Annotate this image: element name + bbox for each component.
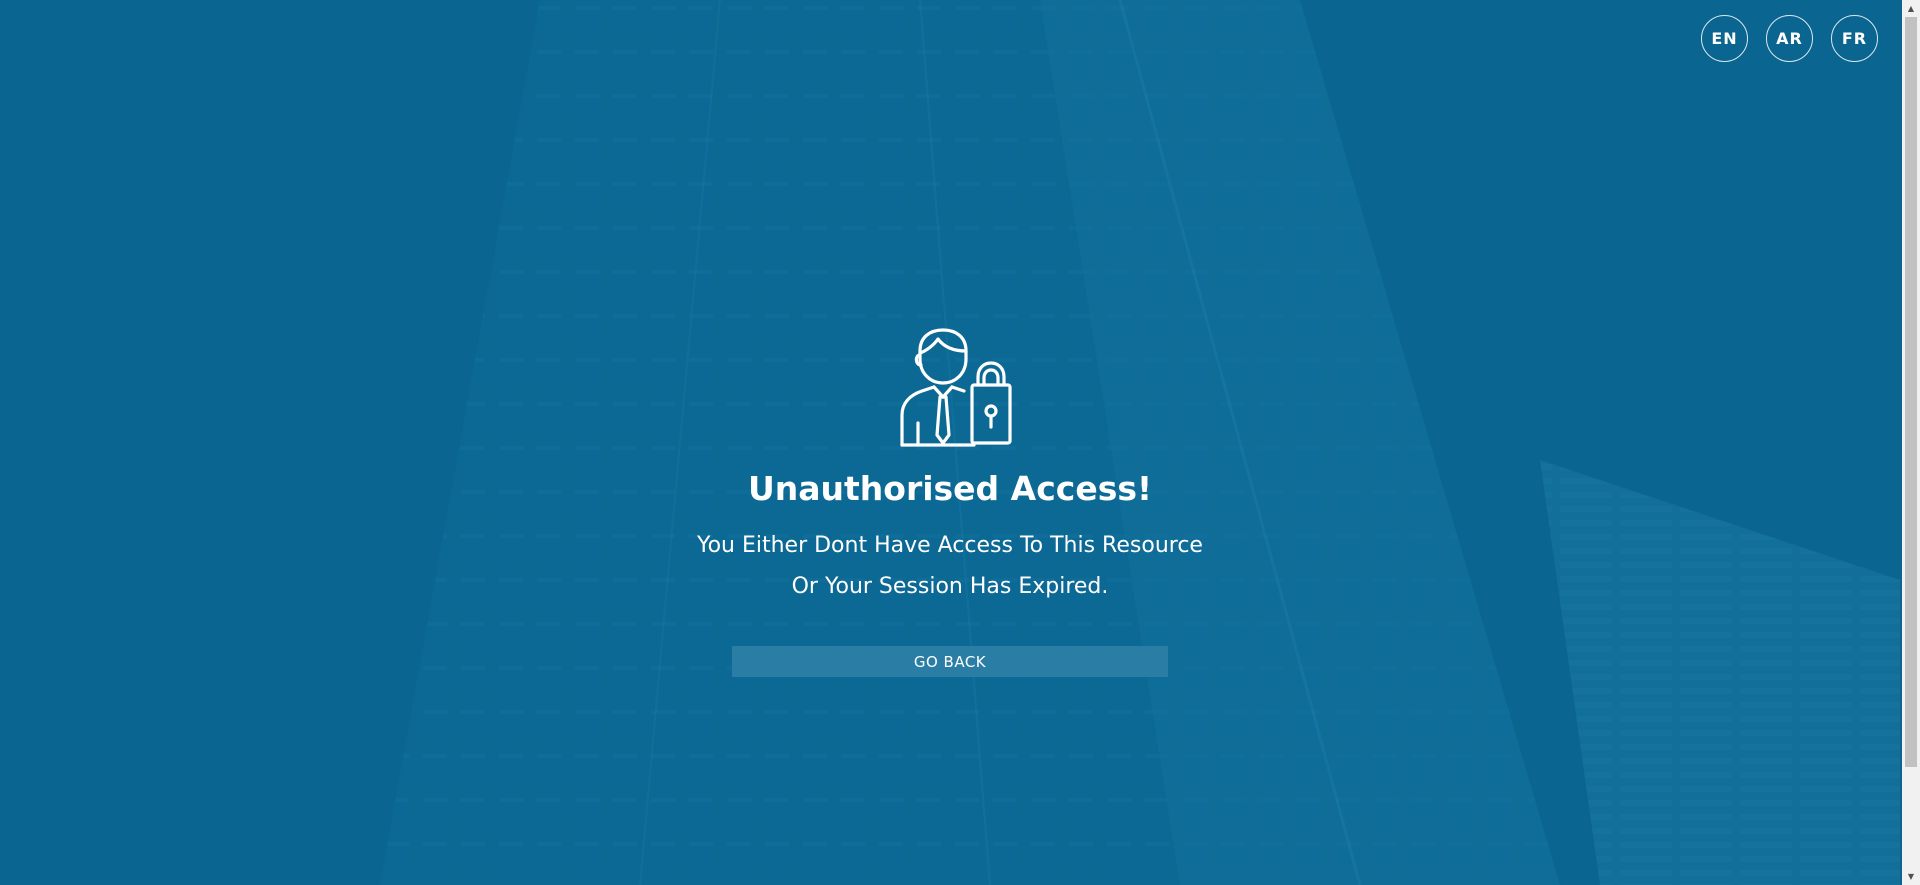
- lang-ar-button[interactable]: AR: [1766, 15, 1813, 62]
- error-message-line-2: Or Your Session Has Expired.: [791, 574, 1109, 599]
- scroll-up-arrow-icon[interactable]: ▲: [1902, 0, 1920, 17]
- error-message-line-1: You Either Dont Have Access To This Reso…: [697, 533, 1203, 558]
- error-panel: Unauthorised Access! You Either Dont Hav…: [0, 323, 1900, 677]
- user-lock-icon: [888, 323, 1012, 447]
- page-title: Unauthorised Access!: [747, 469, 1153, 508]
- language-switcher: EN AR FR: [1701, 15, 1878, 62]
- lang-fr-button[interactable]: FR: [1831, 15, 1878, 62]
- vertical-scrollbar[interactable]: ▲ ▼: [1902, 0, 1920, 885]
- scroll-thumb[interactable]: [1905, 17, 1917, 767]
- lang-en-button[interactable]: EN: [1701, 15, 1748, 62]
- error-message: You Either Dont Have Access To This Reso…: [697, 525, 1203, 607]
- scroll-down-arrow-icon[interactable]: ▼: [1902, 868, 1920, 885]
- go-back-button[interactable]: GO BACK: [732, 646, 1168, 677]
- unauthorised-page: EN AR FR Unauthorised Access! You Either…: [0, 0, 1920, 885]
